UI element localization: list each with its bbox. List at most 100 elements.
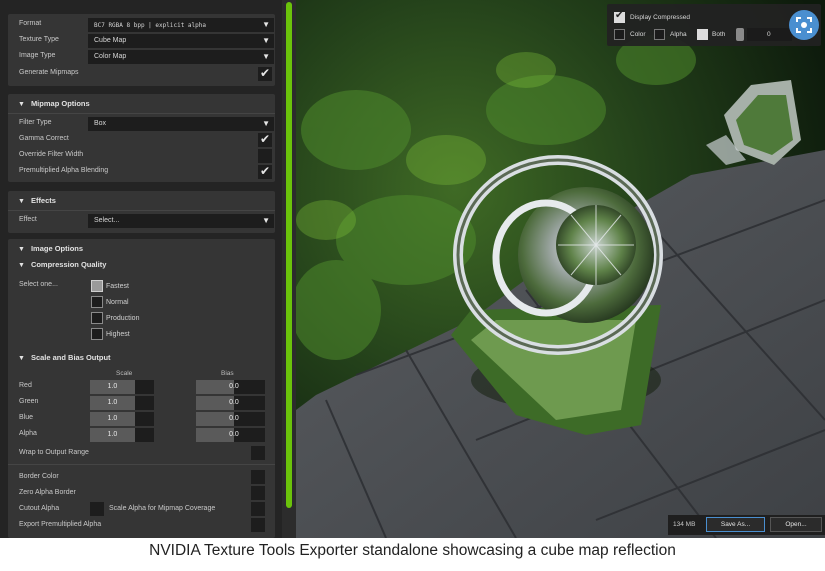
triangle-down-icon: ▼ — [18, 101, 25, 108]
save-as-button[interactable]: Save As... — [706, 517, 765, 532]
effect-label: Effect — [19, 216, 37, 223]
bias-value: 0.0 — [229, 399, 239, 406]
generate-mipmaps-checkbox[interactable]: ✔ — [258, 66, 272, 81]
image-options-header[interactable]: ▼ Image Options — [18, 244, 83, 253]
effect-value: Select... — [94, 217, 120, 224]
effects-title: Effects — [30, 196, 56, 205]
texture-type-dropdown[interactable]: Cube Map ▼ — [88, 34, 274, 48]
export-premultiplied-label: Export Premultiplied Alpha — [19, 521, 102, 528]
both-label: Both — [712, 31, 726, 38]
wrap-output-checkbox[interactable] — [251, 446, 265, 460]
alpha-channel-toggle[interactable] — [654, 29, 665, 40]
zoom-fit-button[interactable] — [789, 10, 819, 40]
triangle-down-icon: ▼ — [18, 198, 25, 205]
red-bias-input[interactable]: 0.0 — [196, 380, 265, 394]
filter-type-label: Filter Type — [19, 119, 52, 126]
quality-fastest-radio[interactable] — [91, 280, 103, 292]
effect-dropdown[interactable]: Select... ▼ — [88, 214, 274, 228]
green-bias-input[interactable]: 0.0 — [196, 396, 265, 410]
blue-scale-input[interactable]: 1.0 — [90, 412, 154, 426]
triangle-down-icon: ▼ — [18, 246, 25, 253]
filter-type-row: Filter Type Box ▼ — [8, 116, 275, 132]
premultiplied-alpha-checkbox[interactable]: ✔ — [258, 164, 272, 179]
zero-alpha-border-checkbox[interactable] — [251, 486, 265, 500]
channel-label: Blue — [19, 414, 34, 421]
main-options-panel: Format BC7 RGBA 8 bpp | explicit alpha ▼… — [8, 14, 275, 86]
cube-map-scene — [296, 0, 825, 538]
export-premultiplied-checkbox[interactable] — [251, 518, 265, 532]
figure-caption: NVIDIA Texture Tools Exporter standalone… — [149, 542, 676, 559]
triangle-down-icon: ▼ — [18, 355, 25, 362]
format-label: Format — [19, 20, 42, 27]
checkmark-icon: ✔ — [259, 164, 271, 178]
quality-production-label: Production — [106, 315, 140, 322]
quality-highest-label: Highest — [106, 331, 130, 338]
cutout-alpha-checkbox[interactable] — [90, 502, 104, 516]
format-dropdown[interactable]: BC7 RGBA 8 bpp | explicit alpha ▼ — [88, 18, 274, 32]
chevron-down-icon: ▼ — [262, 216, 270, 225]
mipmap-options-title: Mipmap Options — [30, 99, 90, 108]
triangle-down-icon: ▼ — [18, 262, 25, 269]
scale-bias-title: Scale and Bias Output — [30, 353, 111, 362]
generate-mipmaps-label: Generate Mipmaps — [19, 69, 79, 76]
render-viewport[interactable]: ✔ Display Compressed Color Alpha Both 0 — [296, 0, 825, 538]
sidebar-scrollbar[interactable] — [286, 2, 292, 508]
filter-type-value: Box — [94, 120, 107, 127]
image-type-dropdown[interactable]: Color Map ▼ — [88, 50, 274, 64]
quality-production-radio[interactable] — [91, 312, 103, 324]
generate-mipmaps-row: Generate Mipmaps ✔ — [8, 66, 275, 82]
scale-alpha-mipmap-checkbox[interactable] — [251, 502, 265, 516]
image-type-label: Image Type — [19, 52, 56, 59]
checkmark-icon: ✔ — [259, 132, 271, 146]
effects-panel: ▼ Effects Effect Select... ▼ — [8, 191, 275, 233]
channel-label: Alpha — [19, 430, 37, 437]
premultiplied-alpha-label: Premultiplied Alpha Blending — [19, 167, 109, 174]
color-channel-toggle[interactable] — [614, 29, 625, 40]
premultiplied-alpha-row: Premultiplied Alpha Blending ✔ — [8, 164, 275, 180]
override-filter-width-label: Override Filter Width — [19, 151, 84, 158]
chevron-down-icon: ▼ — [262, 52, 270, 61]
bias-value: 0.0 — [229, 415, 239, 422]
gamma-correct-checkbox[interactable]: ✔ — [258, 132, 272, 147]
divider — [8, 113, 275, 114]
filter-type-dropdown[interactable]: Box ▼ — [88, 117, 274, 131]
green-scale-input[interactable]: 1.0 — [90, 396, 154, 410]
both-channel-toggle[interactable] — [697, 29, 708, 40]
mipmap-options-header[interactable]: ▼ Mipmap Options — [18, 99, 90, 108]
border-color-label: Border Color — [19, 473, 59, 480]
quality-fastest-label: Fastest — [106, 283, 129, 290]
compression-quality-header[interactable]: ▼ Compression Quality — [18, 260, 106, 269]
texture-type-label: Texture Type — [19, 36, 59, 43]
zero-alpha-border-label: Zero Alpha Border — [19, 489, 76, 496]
image-options-title: Image Options — [30, 244, 84, 253]
quality-highest-radio[interactable] — [91, 328, 103, 340]
bias-value: 0.0 — [229, 431, 239, 438]
scale-value: 1.0 — [107, 399, 118, 406]
checkmark-icon: ✔ — [615, 10, 624, 21]
alpha-scale-input[interactable]: 1.0 — [90, 428, 154, 442]
chevron-down-icon: ▼ — [262, 20, 270, 29]
gamma-correct-row: Gamma Correct ✔ — [8, 132, 275, 148]
select-one-label: Select one... — [19, 281, 58, 288]
override-filter-width-checkbox[interactable] — [258, 149, 272, 163]
bias-value: 0.0 — [229, 383, 239, 390]
blue-bias-input[interactable]: 0.0 — [196, 412, 265, 426]
scale-value: 1.0 — [107, 415, 118, 422]
quality-normal-radio[interactable] — [91, 296, 103, 308]
effects-header[interactable]: ▼ Effects — [18, 196, 56, 205]
channel-label: Red — [19, 382, 32, 389]
display-compressed-checkbox[interactable]: ✔ — [614, 10, 625, 23]
open-button[interactable]: Open... — [770, 517, 822, 532]
scale-bias-header[interactable]: ▼ Scale and Bias Output — [18, 353, 111, 362]
mip-slider-handle[interactable] — [736, 28, 744, 41]
alpha-bias-input[interactable]: 0.0 — [196, 428, 265, 442]
effect-row: Effect Select... ▼ — [8, 213, 275, 229]
memory-usage: 134 MB — [673, 521, 696, 528]
border-color-checkbox[interactable] — [251, 470, 265, 484]
mip-level-input[interactable]: 0 — [747, 28, 792, 41]
gamma-correct-label: Gamma Correct — [19, 135, 69, 142]
quality-normal-label: Normal — [106, 299, 129, 306]
red-scale-input[interactable]: 1.0 — [90, 380, 154, 394]
fit-view-icon — [796, 17, 812, 33]
scale-column-header: Scale — [116, 370, 133, 377]
